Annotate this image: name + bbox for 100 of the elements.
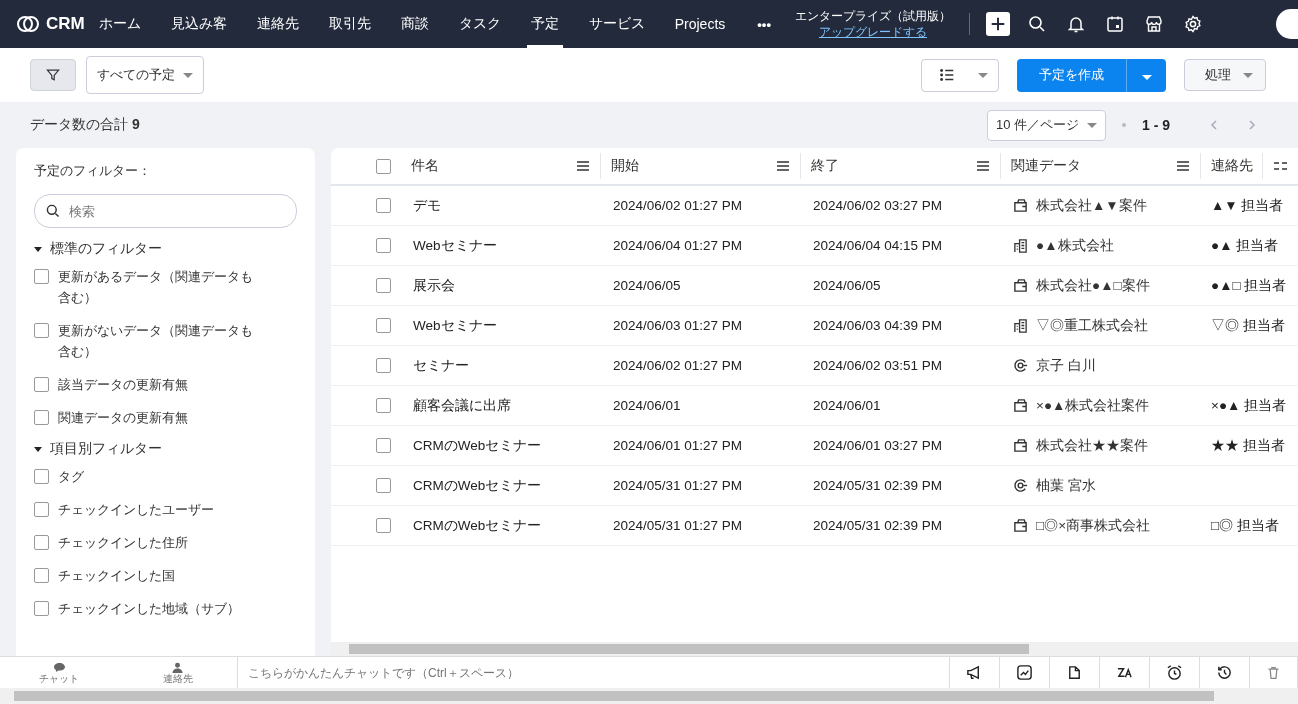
filter-checkbox[interactable] — [34, 269, 49, 284]
related-record-link[interactable]: 柚葉 宮水 — [1036, 476, 1096, 495]
subject-cell[interactable]: Webセミナー — [413, 316, 497, 335]
filter-button[interactable] — [30, 59, 76, 91]
list-icon — [938, 66, 956, 84]
row-checkbox[interactable] — [376, 278, 391, 293]
bell-icon[interactable] — [1065, 14, 1086, 34]
filter-checkbox[interactable] — [34, 469, 49, 484]
search-field[interactable]: 検索 — [34, 194, 297, 228]
calendar-icon[interactable] — [1104, 14, 1125, 34]
row-checkbox[interactable] — [376, 478, 391, 493]
footer-tab[interactable]: 連絡先 — [118, 656, 237, 688]
subject-cell[interactable]: デモ — [413, 196, 441, 215]
create-event-button[interactable]: 予定を作成 — [1017, 58, 1126, 92]
nav-tab[interactable]: サービス — [584, 0, 649, 48]
start-cell: 2024/05/31 01:27 PM — [613, 518, 743, 533]
subject-cell[interactable]: CRMのWebセミナー — [413, 476, 542, 495]
add-button[interactable] — [985, 12, 1010, 36]
related-record-link[interactable]: ●▲株式会社 — [1036, 236, 1114, 255]
column-menu-icon[interactable] — [1176, 160, 1190, 172]
column-header[interactable]: 件名 — [411, 157, 439, 175]
nav-tab[interactable]: 連絡先 — [252, 0, 303, 48]
view-dropdown[interactable]: すべての予定 — [86, 56, 204, 94]
previous-page-icon[interactable] — [1208, 119, 1220, 131]
contact-cell[interactable]: ▲▼ 担当者 — [1211, 196, 1284, 215]
nav-tab[interactable]: ホーム — [94, 0, 145, 48]
nav-tab[interactable]: タスク — [454, 0, 505, 48]
list-view-dropdown[interactable] — [921, 58, 999, 92]
per-page-dropdown[interactable]: 10 件／ページ — [986, 109, 1106, 141]
filter-checkbox[interactable] — [34, 323, 49, 338]
start-cell: 2024/06/05 — [613, 278, 681, 293]
subject-cell[interactable]: 顧客会議に出席 — [413, 396, 511, 415]
start-cell: 2024/06/04 01:27 PM — [613, 238, 743, 253]
filter-checkbox[interactable] — [34, 568, 49, 583]
filter-option-label: チェックインした住所 — [58, 534, 189, 552]
briefcase-icon — [1013, 278, 1028, 293]
nav-tab[interactable]: 取引先 — [324, 0, 375, 48]
filter-icon — [45, 67, 61, 83]
filter-checkbox[interactable] — [34, 377, 49, 392]
related-record-link[interactable]: 株式会社★★案件 — [1036, 436, 1148, 455]
subject-cell[interactable]: CRMのWebセミナー — [413, 516, 542, 535]
filter-checkbox[interactable] — [34, 601, 49, 616]
select-all-checkbox[interactable] — [376, 158, 391, 174]
chat-input-field[interactable]: こちらがかんたんチャットです（Ctrl＋スペース） — [237, 656, 949, 688]
end-cell: 2024/06/04 04:15 PM — [813, 238, 943, 253]
contact-cell[interactable]: ★★ 担当者 — [1211, 436, 1285, 455]
upgrade-link[interactable]: アップグレードする — [818, 24, 927, 40]
page-scrollbar[interactable] — [0, 688, 1298, 704]
column-header[interactable]: 連絡先 — [1211, 157, 1253, 175]
page-range: 1 - 9 — [1142, 117, 1170, 133]
row-checkbox[interactable] — [376, 238, 391, 253]
row-checkbox[interactable] — [376, 518, 391, 533]
footer-tab[interactable]: チャット — [0, 656, 119, 688]
column-menu-icon[interactable] — [776, 160, 790, 172]
subject-cell[interactable]: CRMのWebセミナー — [413, 436, 542, 455]
more-button[interactable]: ••• — [751, 15, 777, 33]
column-header[interactable]: 開始 — [611, 157, 639, 175]
related-record-link[interactable]: ▽◎重工株式会社 — [1036, 316, 1148, 335]
related-record-link[interactable]: 京子 白川 — [1036, 356, 1096, 375]
store-icon[interactable] — [1143, 14, 1164, 34]
nav-tab[interactable]: 商談 — [396, 0, 433, 48]
contact-cell[interactable]: ×●▲ 担当者 — [1211, 396, 1287, 415]
row-checkbox[interactable] — [376, 438, 391, 453]
column-header[interactable]: 関連データ — [1011, 157, 1081, 175]
row-checkbox[interactable] — [376, 198, 391, 213]
avatar[interactable] — [1276, 9, 1298, 39]
contact-cell[interactable]: □◎ 担当者 — [1211, 516, 1279, 535]
related-record-link[interactable]: ×●▲株式会社案件 — [1036, 396, 1150, 415]
related-record-link[interactable]: □◎×商事株式会社 — [1036, 516, 1151, 535]
row-checkbox[interactable] — [376, 318, 391, 333]
contact-cell[interactable]: ●▲ 担当者 — [1211, 236, 1279, 255]
related-record-link[interactable]: 株式会社▲▼案件 — [1036, 196, 1147, 215]
action-dropdown[interactable]: 処理 — [1184, 59, 1266, 91]
subject-cell[interactable]: Webセミナー — [413, 236, 497, 255]
filter-checkbox[interactable] — [34, 410, 49, 425]
briefcase-icon — [1013, 518, 1028, 533]
nav-tab[interactable]: 見込み客 — [166, 0, 231, 48]
column-header[interactable]: 終了 — [811, 157, 839, 175]
subject-cell[interactable]: セミナー — [413, 356, 469, 375]
filter-option-label: 更新がないデータ（関連データも含む） — [58, 322, 254, 361]
next-page-icon[interactable] — [1246, 119, 1258, 131]
contact-cell[interactable]: ▽◎ 担当者 — [1211, 316, 1285, 335]
filter-checkbox[interactable] — [34, 535, 49, 550]
column-menu-icon[interactable] — [976, 160, 990, 172]
search-icon[interactable] — [1026, 14, 1047, 34]
create-dropdown-button[interactable] — [1126, 58, 1166, 92]
contact-cell[interactable]: ●▲□ 担当者 — [1211, 276, 1287, 295]
nav-tab[interactable]: Projects — [670, 0, 730, 48]
horizontal-scrollbar[interactable] — [331, 642, 1298, 656]
filter-checkbox[interactable] — [34, 502, 49, 517]
row-checkbox[interactable] — [376, 358, 391, 373]
settings-icon[interactable] — [1182, 14, 1203, 34]
end-cell: 2024/06/05 — [813, 278, 881, 293]
column-menu-icon[interactable] — [576, 160, 590, 172]
filter-section-toggle[interactable]: 標準のフィルター — [34, 240, 297, 258]
row-checkbox[interactable] — [376, 398, 391, 413]
filter-option-label: チェックインしたユーザー — [58, 501, 215, 519]
filter-section-toggle[interactable]: 項目別フィルター — [34, 440, 297, 458]
subject-cell[interactable]: 展示会 — [413, 276, 455, 295]
related-record-link[interactable]: 株式会社●▲□案件 — [1036, 276, 1150, 295]
